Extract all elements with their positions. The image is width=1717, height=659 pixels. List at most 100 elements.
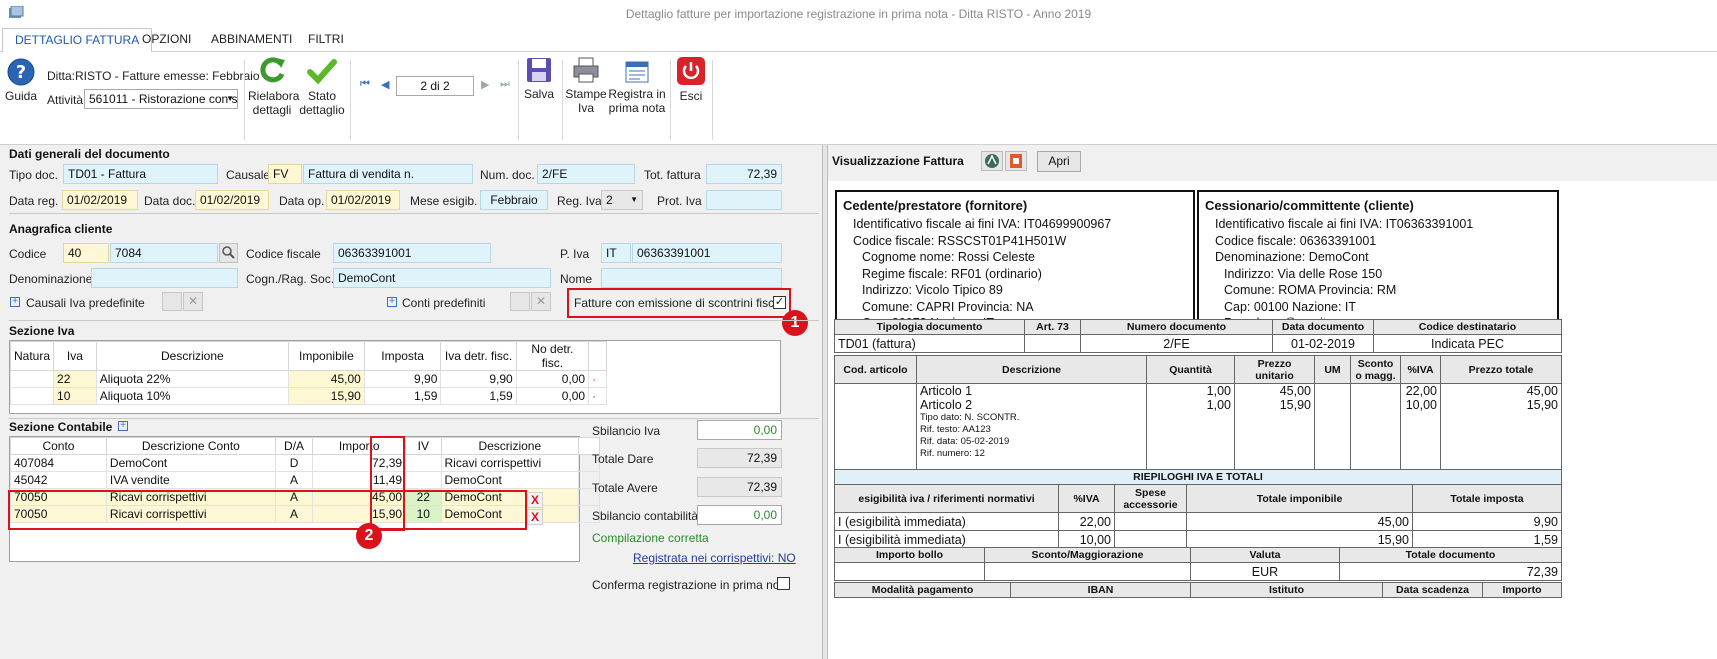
viewer-toolbar: Visualizzazione Fattura Apri	[828, 145, 1717, 179]
nome-field[interactable]	[601, 268, 782, 288]
delete-row-button[interactable]: X	[527, 492, 543, 508]
riep-header: %IVA	[1058, 484, 1115, 513]
table-row[interactable]: 22 Aliquota 22% 45,00 9,90 9,90 0,00 ·	[9, 370, 607, 388]
delete-icon[interactable]: ✕	[183, 292, 203, 311]
denominazione-field[interactable]	[91, 268, 238, 288]
salva-label: Salva	[523, 87, 555, 101]
piva-country-field[interactable]: IT	[601, 243, 631, 263]
table-row[interactable]: 10 Aliquota 10% 15,90 1,59 1,59 0,00 ·	[9, 387, 607, 405]
expand-icon[interactable]: +	[118, 421, 128, 431]
data-op-value: 01/02/2019	[331, 193, 392, 207]
table-row[interactable]: 45042 IVA vendite A 11,49 DemoCont	[10, 471, 600, 489]
cont-header-iv: IV	[405, 437, 442, 455]
expand-icon[interactable]: +	[387, 297, 397, 307]
table-row[interactable]: 407084 DemoCont D 72,39 Ricavi corrispet…	[10, 454, 600, 472]
rows-highlight	[8, 490, 527, 530]
pag-header: Data scadenza	[1382, 582, 1483, 598]
stampe-iva-button[interactable]: Stampe Iva	[564, 56, 608, 115]
new-document-icon[interactable]	[510, 292, 530, 311]
sbilancio-iva-label: Sbilancio Iva	[592, 424, 661, 438]
reg-iva-select[interactable]: 2 ▼	[601, 190, 643, 210]
guida-button[interactable]: ? Guida	[4, 58, 38, 103]
pdf-icon[interactable]	[1005, 151, 1027, 171]
new-document-icon[interactable]	[162, 292, 182, 311]
search-button[interactable]	[219, 243, 238, 263]
tab-filtri[interactable]: FILTRI	[296, 28, 356, 52]
cedente-line: Indirizzo: Vicolo Tipico 89	[862, 283, 1003, 297]
chevron-down-icon: ▼	[630, 195, 638, 204]
doc-header: Tipologia documento	[834, 319, 1025, 335]
prev-page-icon[interactable]: ◀	[381, 78, 389, 91]
conferma-checkbox[interactable]	[777, 577, 790, 590]
pag-header: Modalità pagamento	[834, 582, 1011, 598]
pag-header: IBAN	[1010, 582, 1191, 598]
stato-label-1: Stato	[307, 89, 337, 103]
viewer-title: Visualizzazione Fattura	[832, 154, 964, 168]
codice-field[interactable]: 7084	[110, 243, 218, 263]
cedente-line: Comune: CAPRI Provincia: NA	[862, 299, 1034, 314]
registrata-corrispettivi-link[interactable]: Registrata nei corrispettivi: NO	[633, 551, 796, 565]
tab-opzioni[interactable]: OPZIONI	[130, 28, 203, 52]
registra-label-1: Registra in	[608, 87, 666, 101]
data-reg-field[interactable]: 01/02/2019 ﹀	[62, 190, 138, 210]
article-2-tot: 15,90	[1526, 398, 1558, 412]
ditta-text: Ditta:RISTO - Fatture emesse: Febbraio	[47, 69, 260, 83]
cessionario-line: Comune: ROMA Provincia: RM	[1224, 283, 1397, 297]
cognome-field[interactable]: DemoCont	[333, 268, 551, 288]
last-page-icon[interactable]: ⏭	[500, 78, 510, 91]
causale-code-field[interactable]: FV	[268, 164, 302, 184]
tot-fattura-field[interactable]: 72,39	[706, 164, 782, 184]
tipo-doc-field[interactable]: TD01 - Fattura	[63, 164, 218, 184]
articles-table: Cod. articolo Descrizione Quantità Prezz…	[834, 355, 1562, 471]
table-row: Articolo 1 Articolo 2 Tipo dato: N. SCON…	[834, 383, 1562, 471]
article-2-qta: 1,00	[1206, 398, 1231, 412]
page-indicator[interactable]: 2 di 2	[396, 76, 474, 96]
num-doc-field[interactable]: 2/FE	[537, 164, 635, 184]
registra-prima-nota-button[interactable]: Registra in prima nota	[608, 56, 666, 115]
codice-fiscale-field[interactable]: 06363391001	[333, 243, 491, 263]
table-row: EUR 72,39	[834, 562, 1562, 581]
article-2-iva: 10,00	[1405, 398, 1437, 412]
delete-row-button[interactable]: X	[527, 509, 543, 525]
delete-icon[interactable]: ✕	[531, 292, 551, 311]
table-row: I (esigibilità immediata) 10,00 15,90 1,…	[834, 530, 1562, 549]
esci-button[interactable]: Esci	[674, 56, 708, 103]
first-page-icon[interactable]: ⏮	[360, 78, 370, 91]
attivita-label: Attività	[47, 93, 84, 107]
stato-dettaglio-button[interactable]: Stato dettaglio	[298, 56, 346, 117]
causale-desc-field[interactable]: Fattura di vendita n.	[303, 164, 473, 184]
article-note: Rif. testo: AA123	[920, 424, 991, 435]
iva-grid: Natura Iva Descrizione Imponibile Impost…	[9, 340, 781, 414]
attivita-select[interactable]: 561011 - Ristorazione con so ▼	[84, 89, 238, 109]
expand-icon[interactable]: +	[10, 297, 20, 307]
data-op-field[interactable]: 01/02/2019 ﹀	[326, 190, 400, 210]
ribbon-separator	[350, 60, 351, 140]
refresh-icon	[260, 57, 285, 83]
cedente-line: Regime fiscale: RF01 (ordinario)	[862, 266, 1042, 281]
apri-button[interactable]: Apri	[1037, 151, 1081, 172]
cont-header-descrizione-conto: Descrizione Conto	[105, 437, 276, 455]
tab-abbinamenti[interactable]: ABBINAMENTI	[199, 28, 304, 52]
rielabora-button[interactable]: Rielabora dettagli	[248, 56, 299, 117]
title-bar: Dettaglio fatture per importazione regis…	[0, 0, 1717, 28]
riepilogo-title: RIEPILOGHI IVA E TOTALI	[834, 469, 1562, 485]
next-page-icon[interactable]: ▶	[481, 78, 489, 91]
cessionario-line: Identificativo fiscale ai fini IVA: IT06…	[1215, 217, 1474, 231]
data-reg-value: 01/02/2019	[67, 193, 128, 207]
doc-header: Numero documento	[1080, 319, 1273, 335]
prot-iva-field[interactable]	[706, 190, 782, 210]
signature-icon[interactable]	[981, 151, 1003, 171]
stampe-label-1: Stampe	[565, 87, 607, 101]
article-1-desc: Articolo 1	[920, 384, 973, 398]
piva-field[interactable]: 06363391001	[632, 243, 782, 263]
table-row: TD01 (fattura) 2/FE 01-02-2019 Indicata …	[834, 334, 1562, 353]
iva-header-nodetr: No detr. fisc.	[515, 341, 590, 371]
ribbon-separator	[518, 60, 519, 140]
cont-header-da: D/A	[274, 437, 314, 455]
mese-esigib-field[interactable]: Febbraio	[480, 190, 548, 210]
salva-button[interactable]: Salva	[522, 56, 556, 101]
codice-prefix-field[interactable]: 40	[63, 243, 109, 263]
sbilancio-contabilita-label: Sbilancio contabilità	[592, 509, 699, 523]
scontrini-checkbox[interactable]: ✓	[773, 296, 786, 309]
data-doc-field[interactable]: 01/02/2019 ﹀	[195, 190, 269, 210]
